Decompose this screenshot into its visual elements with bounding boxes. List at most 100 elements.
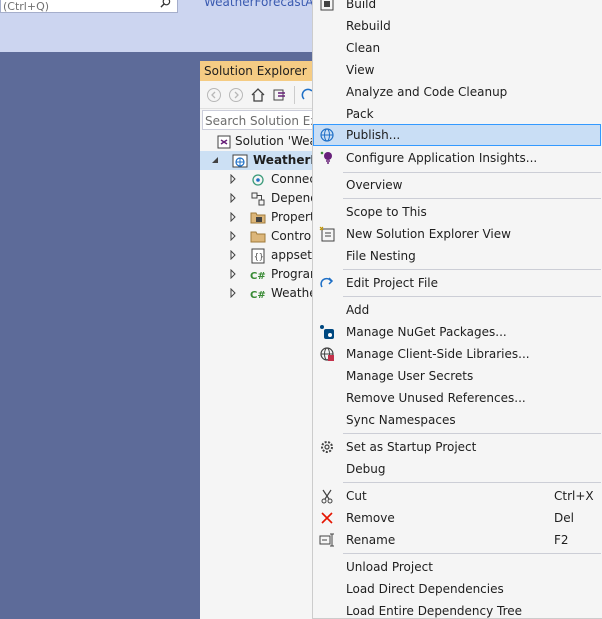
connected-services-icon [252, 174, 264, 186]
menu-item-clean[interactable]: Clean [313, 37, 601, 59]
menu-item-configure-insights[interactable]: Configure Application Insights... [313, 147, 601, 169]
menu-item-build[interactable]: Build [313, 0, 601, 15]
tree-item-connected-services[interactable]: Connec [200, 170, 314, 189]
menu-item-load-direct-dependencies[interactable]: Load Direct Dependencies [313, 578, 601, 600]
quick-launch-placeholder: (Ctrl+Q) [3, 0, 50, 13]
solution-tree: Solution 'Weat WeatherFo Connec [200, 132, 314, 303]
gear-icon [321, 441, 333, 453]
redo-arrow-icon [320, 277, 334, 288]
menu-item-publish[interactable]: Publish... [313, 124, 601, 146]
menu-item-debug[interactable]: Debug [313, 458, 601, 480]
tree-item-weatherforecast[interactable]: C# Weathe [200, 284, 314, 303]
menu-item-label: Cut [346, 489, 367, 503]
search-icon[interactable] [160, 0, 171, 8]
app-title[interactable]: WeatherForecastApp [204, 0, 329, 9]
switch-views-icon[interactable] [272, 87, 288, 103]
tree-item-appsettings[interactable]: {} appsett [200, 246, 314, 265]
expand-arrow-icon[interactable] [228, 250, 238, 260]
tree-item-label: Solution 'Weat [235, 134, 314, 148]
build-icon [320, 0, 334, 11]
menu-item-label: Analyze and Code Cleanup [346, 85, 508, 99]
menu-item-view[interactable]: View [313, 59, 601, 81]
tree-item-label: Weathe [271, 286, 314, 300]
menu-item-shortcut: Ctrl+X [554, 489, 594, 503]
solution-icon [217, 135, 231, 149]
menu-separator [343, 172, 601, 173]
application-insights-icon [320, 151, 332, 164]
menu-item-manage-client-libraries[interactable]: Manage Client-Side Libraries... [313, 343, 601, 365]
menu-item-manage-user-secrets[interactable]: Manage User Secrets [313, 365, 601, 387]
menu-item-manage-nuget[interactable]: Manage NuGet Packages... [313, 321, 601, 343]
menu-item-new-solution-explorer-view[interactable]: New Solution Explorer View [313, 223, 601, 245]
expand-arrow-icon[interactable] [228, 269, 238, 279]
expand-arrow-icon[interactable] [228, 212, 238, 222]
svg-text:{}: {} [254, 252, 264, 261]
menu-item-label: Remove Unused References... [346, 391, 526, 405]
menu-item-remove-unused-references[interactable]: Remove Unused References... [313, 387, 601, 409]
menu-item-set-startup-project[interactable]: Set as Startup Project [313, 436, 601, 458]
menu-item-label: Rename [346, 533, 396, 547]
menu-item-scope-to-this[interactable]: Scope to This [313, 201, 601, 223]
scissors-icon [321, 489, 333, 504]
home-icon[interactable] [250, 87, 266, 103]
menu-separator [343, 269, 601, 270]
tree-item-program[interactable]: C# Program [200, 265, 314, 284]
menu-item-label: Publish... [346, 128, 401, 142]
menu-item-label: Overview [346, 178, 403, 192]
menu-item-rebuild[interactable]: Rebuild [313, 15, 601, 37]
tree-item-dependencies[interactable]: Depend [200, 189, 314, 208]
menu-item-file-nesting[interactable]: File Nesting [313, 245, 601, 267]
menu-item-load-entire-dependency-tree[interactable]: Load Entire Dependency Tree [313, 600, 601, 619]
tree-item-solution[interactable]: Solution 'Weat [200, 132, 314, 151]
menu-item-label: File Nesting [346, 249, 416, 263]
menu-item-label: Load Entire Dependency Tree [346, 604, 523, 618]
tree-item-controllers[interactable]: Control [200, 227, 314, 246]
menu-separator [343, 553, 601, 554]
csharp-file-icon: C# [250, 290, 266, 301]
menu-item-label: Manage NuGet Packages... [346, 325, 507, 339]
tree-item-label: Depend [271, 191, 314, 205]
project-context-menu: Build Rebuild Clean View Analyze and Cod… [312, 0, 602, 619]
nuget-icon [320, 325, 334, 339]
menu-item-remove[interactable]: Remove Del [313, 507, 601, 529]
toolbar-divider [294, 86, 295, 104]
properties-icon [250, 212, 266, 224]
folder-icon [250, 231, 266, 243]
back-icon[interactable] [206, 87, 222, 103]
menu-item-analyze-cleanup[interactable]: Analyze and Code Cleanup [313, 81, 601, 103]
menu-item-shortcut: F2 [554, 533, 569, 547]
menu-item-label: View [346, 63, 375, 77]
quick-launch-search[interactable]: (Ctrl+Q) [0, 0, 178, 13]
menu-item-add[interactable]: Add [313, 299, 601, 321]
menu-item-shortcut: Del [554, 511, 574, 525]
menu-item-label: Edit Project File [346, 276, 439, 290]
json-file-icon: {} [251, 248, 265, 264]
publish-globe-icon [320, 128, 334, 142]
solution-explorer-search-placeholder: Search Solution Expl [205, 114, 313, 128]
expand-arrow-icon[interactable] [228, 288, 238, 298]
menu-item-pack[interactable]: Pack [313, 103, 601, 125]
tree-item-label: Propert [271, 210, 314, 224]
menu-item-label: Debug [346, 462, 386, 476]
solution-explorer-search[interactable]: Search Solution Expl [202, 110, 314, 130]
expand-arrow-icon[interactable] [228, 231, 238, 241]
expand-arrow-icon[interactable] [228, 193, 238, 203]
solution-explorer-header[interactable]: Solution Explorer [200, 61, 314, 81]
tree-item-project[interactable]: WeatherFo [200, 151, 314, 170]
menu-item-rename[interactable]: Rename F2 [313, 529, 601, 551]
menu-item-label: Add [346, 303, 370, 317]
collapse-arrow-icon[interactable] [210, 155, 220, 165]
expand-arrow-icon[interactable] [228, 174, 238, 184]
forward-icon[interactable] [228, 87, 244, 103]
menu-item-edit-project-file[interactable]: Edit Project File [313, 272, 601, 294]
tree-item-properties[interactable]: Propert [200, 208, 314, 227]
menu-item-sync-namespaces[interactable]: Sync Namespaces [313, 409, 601, 431]
menu-item-unload-project[interactable]: Unload Project [313, 556, 601, 578]
tree-item-label: Program [271, 267, 314, 281]
menu-item-cut[interactable]: Cut Ctrl+X [313, 485, 601, 507]
menu-item-overview[interactable]: Overview [313, 174, 601, 196]
tree-item-label: WeatherFo [253, 153, 314, 167]
new-view-icon [319, 226, 335, 242]
menu-item-label: Rebuild [346, 19, 391, 33]
tree-item-label: Connec [271, 172, 314, 186]
